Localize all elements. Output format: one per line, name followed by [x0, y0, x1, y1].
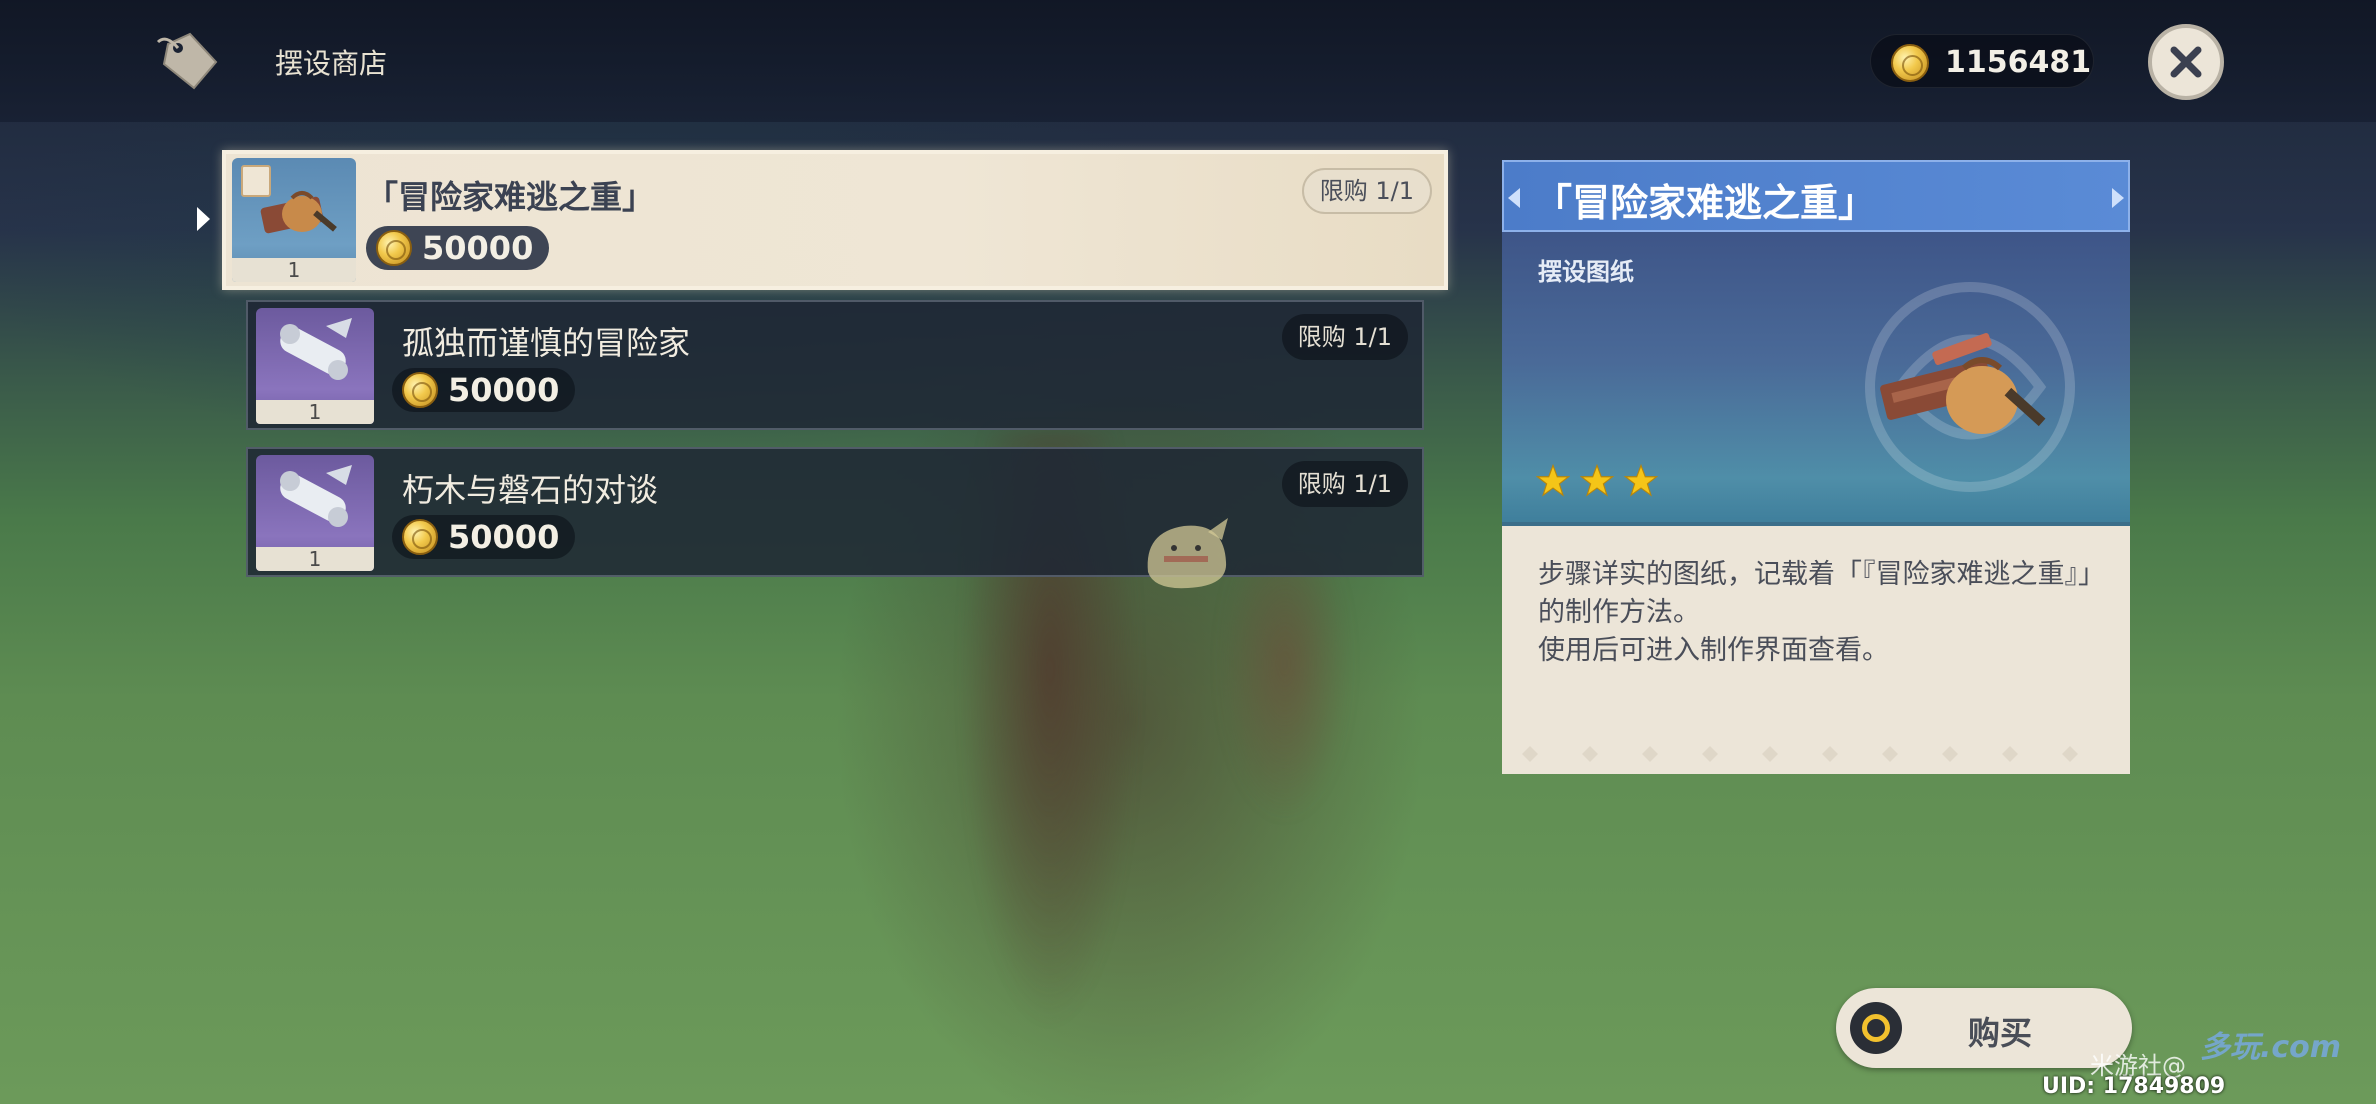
shop-item-rotten-wood-and-rock[interactable]: 1 朽木与磐石的对谈 50000 限购 1/1	[246, 447, 1424, 577]
purchase-limit-badge: 限购 1/1	[1281, 461, 1408, 507]
item-type: 摆设图纸	[1538, 258, 1634, 286]
header-ornament-right-icon	[2112, 188, 2124, 208]
purchase-limit-badge: 限购 1/1	[1301, 168, 1432, 214]
background-companion	[1220, 560, 1350, 820]
mora-amount: 1156481	[1945, 45, 2092, 80]
price-tag-icon	[156, 32, 218, 90]
shop-item-adventurer-bag[interactable]: 1 「冒险家难逃之重」 50000 限购 1/1	[222, 150, 1448, 290]
detail-header: 「冒险家难逃之重」	[1502, 160, 2130, 232]
header-ornament-left-icon	[1508, 188, 1520, 208]
close-button[interactable]	[2148, 24, 2224, 100]
item-thumbnail: 1	[256, 455, 374, 571]
item-name: 孤独而谨慎的冒险家	[402, 324, 691, 362]
item-thumbnail: 1	[256, 308, 374, 424]
rarity-stars	[1536, 464, 1658, 498]
item-name: 「冒险家难逃之重」	[366, 178, 655, 216]
detail-artwork: 摆设图纸	[1502, 232, 2130, 522]
confirm-circle-icon	[1850, 1002, 1902, 1054]
item-price: 50000	[366, 226, 550, 270]
mora-coin-icon	[402, 519, 438, 555]
blueprint-scroll-icon	[280, 465, 352, 527]
item-name: 朽木与磐石的对谈	[402, 471, 659, 509]
mora-coin-icon	[402, 372, 438, 408]
item-price: 50000	[392, 515, 576, 559]
detail-title: 「冒险家难逃之重」	[1534, 181, 1877, 225]
top-bar: 摆设商店 1156481	[0, 0, 2376, 122]
player-uid: UID: 17849809	[2042, 1074, 2226, 1099]
description-usage-text: 使用后可进入制作界面查看。	[1538, 635, 1889, 666]
mora-coin-icon	[1891, 44, 1929, 82]
mascot-watermark-icon	[1147, 518, 1228, 589]
item-quantity: 1	[256, 547, 374, 571]
price-value: 50000	[422, 229, 534, 267]
item-description: 步骤详实的图纸，记载着「『冒险家难逃之重』」的制作方法。 使用后可进入制作界面查…	[1502, 522, 2130, 774]
shop-item-lonely-adventurer[interactable]: 1 孤独而谨慎的冒险家 50000 限购 1/1	[246, 300, 1424, 430]
blueprint-scroll-icon	[280, 318, 352, 380]
item-price: 50000	[392, 368, 576, 412]
buy-button[interactable]: 购买	[1836, 988, 2132, 1068]
price-value: 50000	[448, 371, 560, 409]
star-icon	[1536, 464, 1570, 497]
mora-counter: 1156481	[1870, 34, 2094, 88]
item-quantity: 1	[256, 400, 374, 424]
selection-indicator-icon	[197, 207, 210, 231]
price-value: 50000	[448, 518, 560, 556]
adventurer-bag-icon	[241, 165, 337, 234]
site-watermark: 多玩.com	[2200, 1030, 2342, 1065]
item-detail-panel: 「冒险家难逃之重」 摆设图纸 步骤详实的图纸，记载着「『冒险家难逃之重』」的制作…	[1502, 160, 2130, 774]
adventurer-bag-icon	[1880, 333, 2046, 434]
star-icon	[1624, 464, 1658, 497]
close-icon	[2170, 46, 2202, 78]
decorative-pattern	[1522, 746, 2078, 762]
mora-coin-icon	[376, 230, 412, 266]
description-text: 步骤详实的图纸，记载着「『冒险家难逃之重』」的制作方法。	[1538, 559, 2092, 628]
purchase-limit-badge: 限购 1/1	[1281, 314, 1408, 360]
page-title: 摆设商店	[275, 47, 388, 80]
item-quantity: 1	[232, 258, 356, 282]
item-thumbnail: 1	[232, 158, 356, 282]
star-icon	[1580, 464, 1614, 497]
buy-button-label: 购买	[1968, 1014, 2033, 1052]
